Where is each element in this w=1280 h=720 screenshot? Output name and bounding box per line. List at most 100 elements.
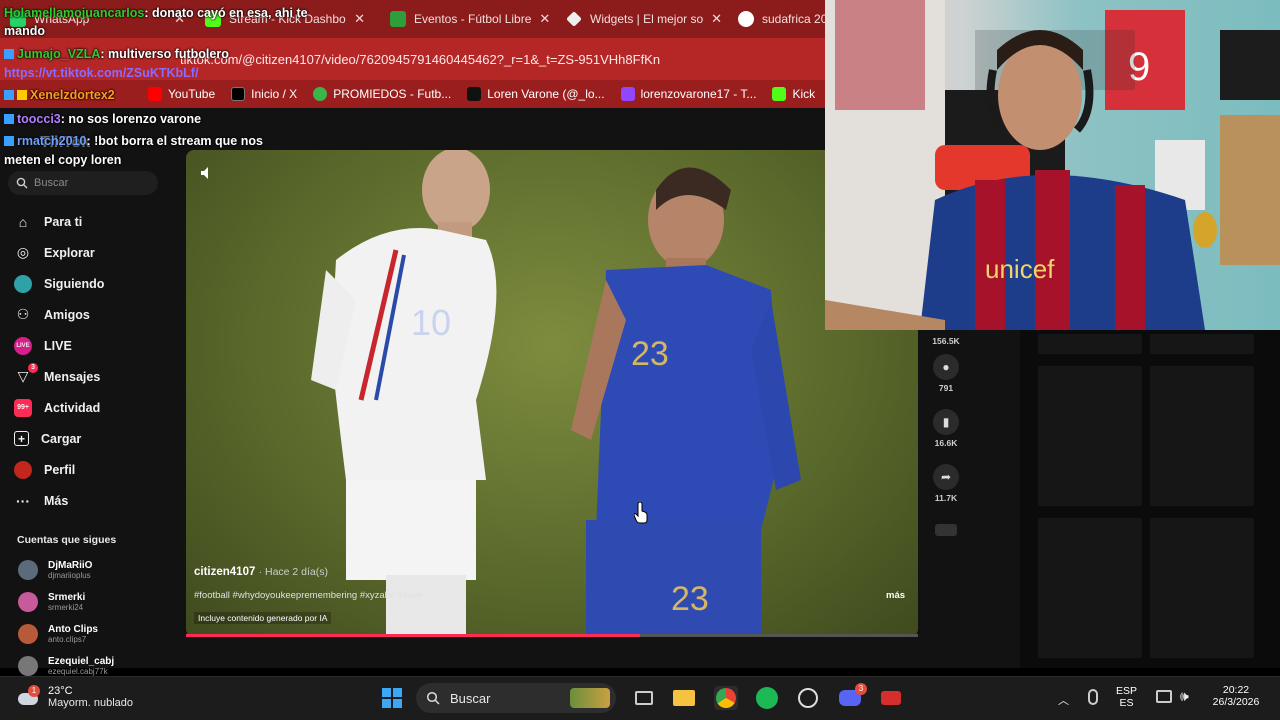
network-icon[interactable] [1156, 690, 1172, 703]
futbol-libre-icon [390, 11, 406, 27]
youtube-icon [148, 87, 162, 101]
tab-widgets[interactable]: Widgets | El mejor so ✕ [556, 4, 728, 34]
like-count: 156.5K [932, 336, 960, 346]
tiktok-icon [467, 87, 482, 101]
bookmarks-bar: YouTube Inicio / X PROMIEDOS - Futb... L… [0, 80, 825, 108]
search-highlight-icon [570, 688, 610, 708]
video-thumbnail[interactable] [1038, 334, 1142, 354]
sidebar-item-perfil[interactable]: Perfil [14, 454, 104, 485]
close-tab-icon[interactable]: ✕ [711, 11, 722, 27]
bookmark-twitch[interactable]: lorenzovarone17 - T... [620, 87, 756, 101]
sidebar-item-mas[interactable]: ··· Más [14, 485, 104, 516]
task-view-icon[interactable] [632, 686, 656, 710]
microphone-icon[interactable] [1088, 689, 1098, 705]
avatar [18, 624, 38, 644]
like-action[interactable]: 156.5K [930, 333, 962, 346]
profile-icon [14, 460, 32, 479]
app-red-icon[interactable] [879, 686, 903, 710]
comment-count: 791 [938, 383, 954, 393]
live-icon: LIVE [14, 336, 32, 355]
chat-message: Xenelzdortex2 [4, 88, 115, 102]
bookmark-tiktok[interactable]: Loren Varone (@_lo... [467, 87, 605, 101]
bookmark-kick[interactable]: Kick [772, 87, 815, 101]
comment-action[interactable]: ● 791 [930, 354, 962, 393]
volume-icon[interactable] [200, 166, 214, 185]
svg-text:23: 23 [631, 335, 669, 373]
sound-disc-icon[interactable] [935, 524, 957, 536]
sidebar-item-siguiendo[interactable]: Siguiendo [14, 268, 104, 299]
weather-widget[interactable]: 1 23°C Mayorm. nublado [16, 685, 133, 709]
moderator-badge-icon [4, 49, 14, 59]
video-author[interactable]: citizen4107 · Hace 2 día(s) [194, 566, 328, 578]
discord-badge: 3 [855, 683, 867, 695]
sidebar-item-live[interactable]: LIVE LIVE [14, 330, 104, 361]
language-indicator[interactable]: ESP ES [1116, 685, 1137, 709]
following-item[interactable]: Srmerki srmerki24 [18, 592, 85, 612]
following-item[interactable]: DjMaRiiO djmariioplus [18, 560, 92, 580]
more-link[interactable]: más [886, 590, 905, 601]
clock[interactable]: 20:22 26/3/2026 [1200, 684, 1272, 708]
close-tab-icon[interactable]: ✕ [354, 11, 365, 27]
bookmark-x[interactable]: Inicio / X [231, 87, 297, 101]
obs-icon[interactable] [796, 686, 820, 710]
video-progress-bar[interactable] [186, 634, 918, 637]
share-action[interactable]: ➦ 11.7K [930, 464, 962, 503]
video-player[interactable]: 10 23 23 [186, 150, 918, 637]
bookmark-youtube[interactable]: YouTube [148, 87, 215, 101]
chat-link[interactable]: https://vt.tiktok.com/ZSuKTKbLf/ [4, 66, 198, 80]
promiedos-icon [313, 87, 328, 101]
widgets-icon [566, 11, 582, 27]
following-item[interactable]: Anto Clips anto.clips7 [18, 624, 98, 644]
messages-icon: ▽ 3 [14, 362, 38, 386]
taskbar-search[interactable]: Buscar [416, 683, 616, 713]
video-thumbnail[interactable] [1150, 366, 1254, 506]
sidebar-item-amigos[interactable]: ⚇ Amigos [14, 299, 104, 330]
following-icon [14, 274, 32, 293]
video-thumbnail[interactable] [1038, 518, 1142, 658]
avatar [18, 560, 38, 580]
chevron-up-icon[interactable]: ︿ [1058, 692, 1069, 708]
windows-start-icon[interactable] [380, 686, 404, 710]
comment-icon[interactable]: ● [933, 354, 959, 380]
url-text[interactable]: tiktok.com/@citizen4107/video/7620945791… [180, 52, 660, 67]
bookmark-icon[interactable]: ▮ [933, 409, 959, 435]
sidebar-item-cargar[interactable]: + Cargar [14, 423, 104, 454]
bookmark-count: 16.6K [934, 438, 958, 448]
moderator-badge-icon [4, 114, 14, 124]
search-icon [426, 691, 440, 705]
chrome-icon[interactable] [714, 686, 738, 710]
spotify-icon[interactable] [755, 686, 779, 710]
chat-message: rmatch2010: !bot borra el stream que nos [4, 134, 263, 148]
svg-text:23: 23 [671, 580, 709, 618]
discord-icon[interactable]: 3 [838, 683, 867, 710]
chat-message: meten el copy loren [4, 153, 122, 167]
chat-message: toocci3: no sos lorenzo varone [4, 112, 201, 126]
file-explorer-icon[interactable] [672, 686, 696, 710]
bookmark-promiedos[interactable]: PROMIEDOS - Futb... [313, 87, 451, 101]
chat-message: mando [4, 24, 45, 38]
close-tab-icon[interactable]: ✕ [539, 11, 550, 27]
sidebar-item-explorar[interactable]: ◎ Explorar [14, 237, 104, 268]
google-icon [738, 11, 754, 27]
video-thumbnail[interactable] [1150, 518, 1254, 658]
progress-fill [186, 634, 640, 637]
sidebar-nav: ⌂ Para ti ◎ Explorar Siguiendo ⚇ Amigos … [14, 206, 104, 516]
bookmark-action[interactable]: ▮ 16.6K [930, 409, 962, 448]
tab-google-search[interactable]: sudafrica 201 [728, 4, 825, 34]
video-thumbnail[interactable] [1150, 334, 1254, 354]
share-icon[interactable]: ➦ [933, 464, 959, 490]
search-input[interactable]: Buscar [8, 171, 158, 195]
video-hashtags[interactable]: #football #whydoyoukeepremembering #xyza… [194, 590, 423, 601]
sidebar-item-mensajes[interactable]: ▽ 3 Mensajes [14, 361, 104, 392]
avatar [18, 592, 38, 612]
video-thumbnail[interactable] [1038, 366, 1142, 506]
x-icon [231, 87, 246, 101]
following-header: Cuentas que sigues [17, 534, 117, 546]
sidebar-item-actividad[interactable]: 99+ Actividad [14, 392, 104, 423]
more-icon: ··· [16, 492, 30, 509]
following-item[interactable]: Ezequiel_cabj ezequiel.cabj77k [18, 656, 114, 676]
twitch-icon [620, 87, 635, 101]
tab-futbol-libre[interactable]: Eventos - Fútbol Libre ✕ [380, 4, 552, 34]
sidebar-item-para-ti[interactable]: ⌂ Para ti [14, 206, 104, 237]
volume-icon[interactable]: 🕪 [1180, 688, 1189, 705]
